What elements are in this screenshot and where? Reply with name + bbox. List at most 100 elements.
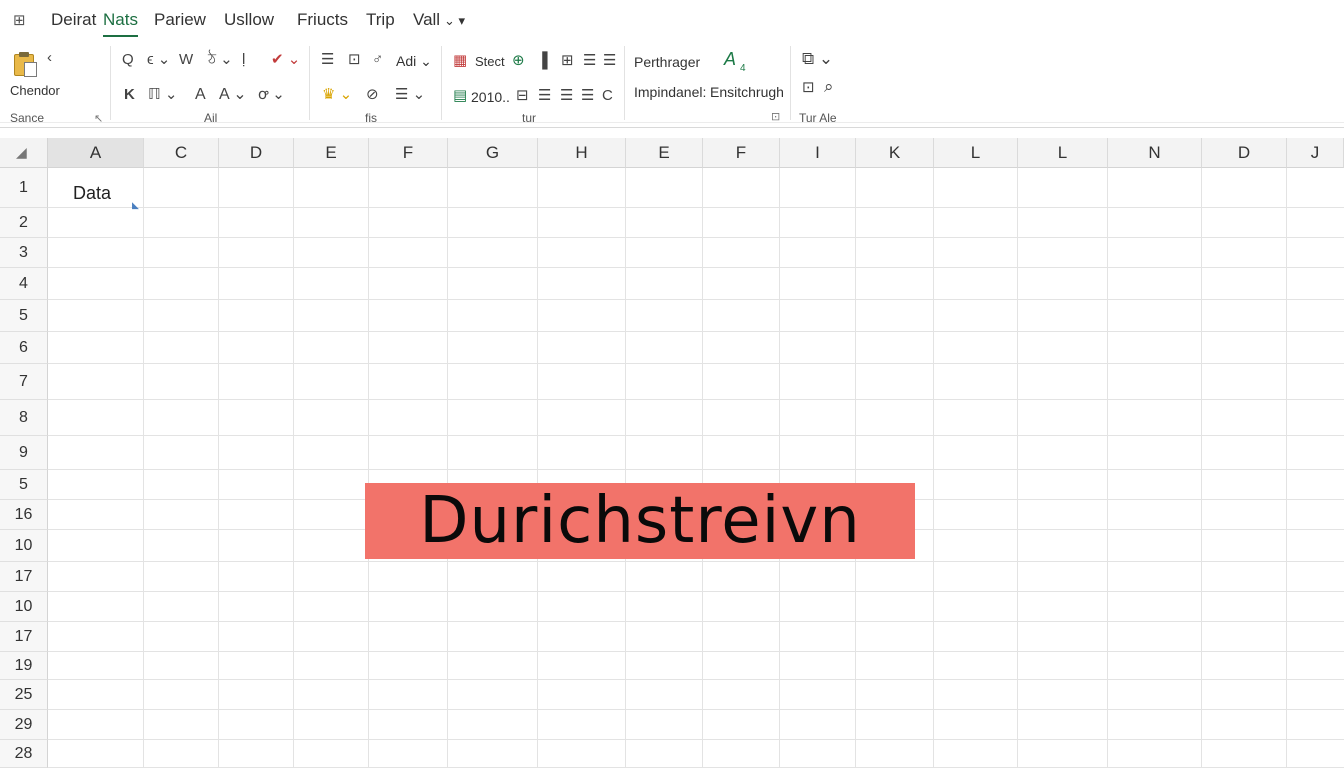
row-header[interactable]: 17 <box>0 622 48 652</box>
row-gridline <box>48 237 1344 238</box>
row-header[interactable]: 16 <box>0 500 48 530</box>
column-header-i[interactable]: I <box>780 138 856 168</box>
column-header-l[interactable]: L <box>934 138 1018 168</box>
format-painter-icon[interactable]: ঠ ⌄ <box>208 51 233 69</box>
overlay-banner-text: Durichstreivn <box>419 484 861 558</box>
row-header[interactable]: 5 <box>0 470 48 500</box>
ribbon-separator <box>309 46 310 120</box>
row-header[interactable]: 1 <box>0 168 48 208</box>
ensitchrugh-button[interactable]: Ensitchrugh <box>710 83 784 101</box>
menu-tab-pariew[interactable]: Pariew <box>154 10 206 30</box>
column-header-h[interactable]: H <box>538 138 626 168</box>
eraser-icon[interactable]: ⊘ <box>366 86 379 104</box>
column-header-k[interactable]: K <box>856 138 934 168</box>
menu-tab-deirat[interactable]: Deirat <box>51 10 96 30</box>
clipboard-arrow-icon[interactable]: ‹ <box>47 49 52 67</box>
row-header[interactable]: 7 <box>0 364 48 400</box>
impindanel-button[interactable]: Impindanel: <box>634 83 706 101</box>
column-header-a[interactable]: A <box>48 138 144 168</box>
copy-sheet-icon[interactable]: ⧉ ⌄ <box>802 50 833 68</box>
italic-icon[interactable]: ℿ ⌄ <box>148 86 177 104</box>
font-size-icon[interactable]: A ⌄ <box>219 86 247 104</box>
cell-a1[interactable]: Data <box>73 183 111 204</box>
row-header[interactable]: 29 <box>0 710 48 740</box>
column-header-d[interactable]: D <box>1202 138 1287 168</box>
style-a-icon[interactable]: A <box>724 50 736 68</box>
perthrager-button[interactable]: Perthrager <box>634 53 700 71</box>
clipboard-launcher-icon[interactable]: ↖ <box>94 112 103 125</box>
row-gridline <box>48 331 1344 332</box>
row-gridline <box>48 591 1344 592</box>
select-all-corner[interactable]: ◢ <box>0 138 48 168</box>
clear-icon[interactable]: C <box>602 87 613 105</box>
row-header[interactable]: 8 <box>0 400 48 436</box>
bold-icon[interactable]: K <box>124 86 135 104</box>
lines-icon[interactable]: ☰ <box>560 87 573 105</box>
link-icon[interactable]: ḷ <box>242 51 245 69</box>
column-header-e[interactable]: E <box>294 138 369 168</box>
row-header[interactable]: 5 <box>0 300 48 332</box>
row-gridline <box>48 399 1344 400</box>
table-icon[interactable]: ▦ <box>453 52 467 70</box>
calendar-icon[interactable]: ▤ <box>453 87 467 105</box>
row-header[interactable]: 17 <box>0 562 48 592</box>
row-header[interactable]: 2 <box>0 208 48 238</box>
undo-icon[interactable]: ϵ ⌄ <box>147 51 170 69</box>
spreadsheet-grid[interactable]: ◢ A C D E F G H E F I K L L N D J 1 2 3 4 5 6 7 8 9 5 16 10 17 10 17 19… <box>0 138 1344 768</box>
column-header-d[interactable]: D <box>219 138 294 168</box>
column-header-f[interactable]: F <box>369 138 448 168</box>
align-icon[interactable]: ☰ ⌄ <box>395 86 425 104</box>
sheet-grid-icon[interactable]: ⊞ <box>13 11 31 29</box>
column-header-e[interactable]: E <box>626 138 703 168</box>
borders-icon[interactable]: ꝍ ⌄ <box>258 86 285 104</box>
row-header[interactable]: 19 <box>0 652 48 680</box>
menu-overflow-chevron-icon[interactable]: ⌄ ▾ <box>444 13 465 29</box>
row-header[interactable]: 3 <box>0 238 48 268</box>
frame-icon[interactable]: ⊡ <box>802 79 815 97</box>
row-header[interactable]: 9 <box>0 436 48 470</box>
menu-tab-trip[interactable]: Trip <box>366 10 395 30</box>
lines-icon[interactable]: ☰ <box>583 52 596 70</box>
paste-clipboard-icon[interactable] <box>12 52 38 78</box>
lines-icon[interactable]: ☰ <box>538 87 551 105</box>
font-color-icon[interactable]: A <box>195 86 206 104</box>
row-header[interactable]: 10 <box>0 530 48 562</box>
fill-handle-icon[interactable]: ◣ <box>132 200 139 211</box>
menu-tab-vall[interactable]: Vall <box>413 10 440 30</box>
lines-icon[interactable]: ☰ <box>603 52 616 70</box>
column-header-g[interactable]: G <box>448 138 538 168</box>
column-header-f[interactable]: F <box>703 138 780 168</box>
column-header-j[interactable]: J <box>1287 138 1344 168</box>
insert-icon[interactable]: ⊞ <box>561 52 574 70</box>
menu-tab-nats[interactable]: Nats <box>103 10 138 37</box>
number-format-field[interactable]: 2010.. <box>471 88 510 106</box>
row-header[interactable]: 28 <box>0 740 48 768</box>
row-header[interactable]: 4 <box>0 268 48 300</box>
column-header-l[interactable]: L <box>1018 138 1108 168</box>
add-sheet-icon[interactable]: ⊕ <box>512 52 525 70</box>
menu-tab-friucts[interactable]: Friucts <box>297 10 348 30</box>
column-header-c[interactable]: C <box>144 138 219 168</box>
menu-tab-usllow[interactable]: Usllow <box>224 10 274 30</box>
list-icon[interactable]: ☰ <box>321 51 334 69</box>
row-gridline <box>48 435 1344 436</box>
tool-icon[interactable]: ♂ <box>372 51 383 69</box>
column-header-n[interactable]: N <box>1108 138 1202 168</box>
clipboard-label[interactable]: Chendor <box>10 82 60 100</box>
row-header[interactable]: 6 <box>0 332 48 364</box>
row-gridline <box>48 651 1344 652</box>
color-fill-icon[interactable]: ✔ ⌄ <box>271 51 300 69</box>
row-header[interactable]: 25 <box>0 680 48 710</box>
adi-dropdown[interactable]: Adi ⌄ <box>396 52 432 70</box>
highlight-icon[interactable]: ♛ ⌄ <box>322 86 352 104</box>
search-icon[interactable]: ⌕ <box>824 78 834 96</box>
wrap-icon[interactable]: W <box>179 51 193 69</box>
row-gridline <box>48 679 1344 680</box>
decrease-icon[interactable]: ⊟ <box>516 87 529 105</box>
select-button[interactable]: Stect <box>475 53 505 71</box>
lines-icon[interactable]: ☰ <box>581 87 594 105</box>
row-header[interactable]: 10 <box>0 592 48 622</box>
fill-icon[interactable]: ▐ <box>537 52 548 70</box>
box-icon[interactable]: ⊡ <box>348 51 361 69</box>
find-icon[interactable]: Q <box>122 51 134 69</box>
